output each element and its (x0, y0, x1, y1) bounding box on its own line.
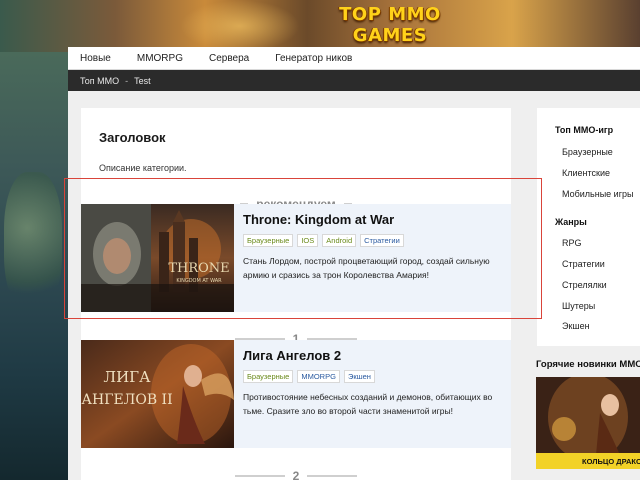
game-thumbnail[interactable]: ЛИГА АНГЕЛОВ II (81, 340, 234, 448)
tag-action[interactable]: Экшен (343, 370, 375, 383)
sidebar-heading-genres: Жанры (555, 217, 587, 227)
category-description: Описание категории. (99, 163, 187, 173)
angels-artwork: ЛИГА АНГЕЛОВ II (81, 340, 234, 448)
game-title[interactable]: Throne: Kingdom at War (243, 212, 394, 227)
divider-line (307, 475, 358, 477)
nav-item-servers[interactable]: Сервера (209, 53, 249, 64)
breadcrumb: Топ ММО - Test (68, 70, 640, 91)
angels-logo-line2: АНГЕЛОВ II (81, 392, 172, 408)
nav-item-mmorpg[interactable]: MMORPG (137, 53, 183, 64)
rank-divider-2: 2 (81, 469, 511, 480)
main-nav: Новые MMORPG Сервера Генератор ников (68, 47, 640, 70)
angels-logo-line1: ЛИГА (104, 368, 152, 386)
sidebar-item-shooters[interactable]: Шутеры (562, 301, 595, 311)
throne-artwork: THRONE KINGDOM AT WAR (81, 204, 234, 312)
tag-mmorpg[interactable]: MMORPG (297, 370, 340, 383)
sidebar-heading-top: Топ ММО-игр (555, 125, 614, 135)
divider-line (234, 475, 285, 477)
sidebar-item-rpg[interactable]: RPG (562, 238, 582, 248)
throne-logo-sub: KINGDOM AT WAR (176, 278, 222, 284)
tag-browser[interactable]: Браузерные (243, 370, 294, 383)
hot-new-heading: Горячие новинки ММО (536, 359, 640, 370)
sidebar-item-strategy[interactable]: Стратегии (562, 259, 605, 269)
nav-item-new[interactable]: Новые (80, 53, 111, 64)
site-logo-title[interactable]: TOP MMO GAMES (300, 4, 480, 46)
side-art (0, 52, 68, 480)
sidebar-item-action[interactable]: Экшен (562, 321, 590, 331)
sidebar-item-browser[interactable]: Браузерные (562, 147, 613, 157)
tag-strategy[interactable]: Стратегии (360, 234, 404, 247)
rank-number: 2 (292, 469, 300, 480)
header-glow (180, 0, 300, 52)
game-tags: Браузерные MMORPG Экшен (243, 370, 375, 383)
game-thumbnail[interactable]: THRONE KINGDOM AT WAR (81, 204, 234, 312)
page-title: Заголовок (99, 130, 166, 145)
breadcrumb-current: Test (134, 75, 151, 86)
sidebar-item-mobile[interactable]: Мобильные игры (562, 189, 633, 199)
nav-item-nick-generator[interactable]: Генератор ников (275, 53, 352, 64)
sidebar-item-shooters-ru[interactable]: Стрелялки (562, 280, 607, 290)
hot-game-card[interactable]: КОЛЬЦО ДРАКОНА (536, 377, 640, 469)
game-title[interactable]: Лига Ангелов 2 (243, 348, 341, 363)
throne-logo-text: THRONE (168, 261, 229, 276)
tag-browser[interactable]: Браузерные (243, 234, 294, 247)
game-description: Стань Лордом, построй процветающий город… (243, 256, 490, 280)
page-area: Заголовок Описание категории. рекомендуе… (68, 91, 640, 480)
game-tags: Браузерные IOS Android Стратегии (243, 234, 404, 247)
main-content: Заголовок Описание категории. рекомендуе… (81, 108, 511, 480)
sidebar: Топ ММО-игр Браузерные Клиентские Мобиль… (537, 108, 640, 346)
breadcrumb-separator: - (125, 75, 129, 86)
game-description: Противостояние небесных созданий и демон… (243, 392, 493, 416)
tag-ios[interactable]: IOS (297, 234, 319, 247)
sidebar-item-client[interactable]: Клиентские (562, 168, 610, 178)
game-card-angels[interactable]: ЛИГА АНГЕЛОВ II Лига Ангелов 2 Браузерны… (81, 340, 511, 448)
game-card-throne[interactable]: THRONE KINGDOM AT WAR Throne: Kingdom at… (81, 204, 511, 312)
hot-game-caption[interactable]: КОЛЬЦО ДРАКОНА (536, 453, 640, 469)
breadcrumb-home[interactable]: Топ ММО (80, 76, 119, 86)
tag-android[interactable]: Android (322, 234, 357, 247)
